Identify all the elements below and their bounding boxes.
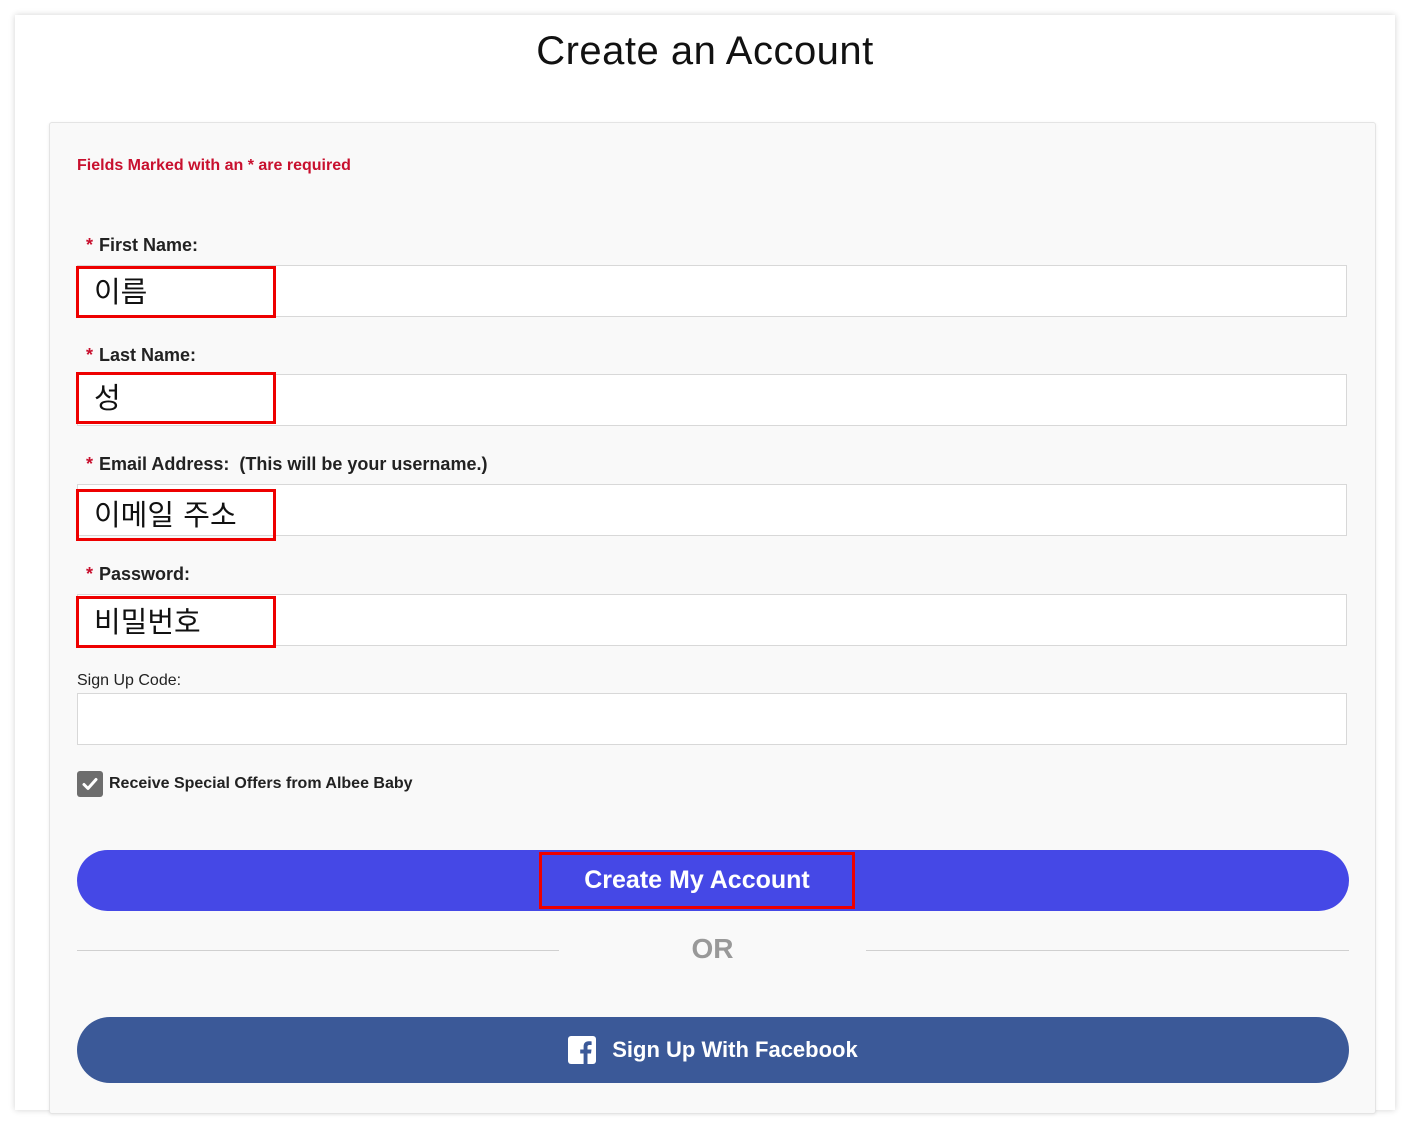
required-star: * [86,345,94,365]
last-name-value: 성 [76,372,276,424]
last-name-label-text: Last Name: [99,345,197,365]
divider-right [866,950,1349,951]
password-value: 비밀번호 [76,596,276,648]
email-value: 이메일 주소 [76,489,276,541]
required-star: * [86,235,94,255]
create-account-button[interactable]: Create My Account [77,850,1349,911]
signup-form-card: Fields Marked with an * are required * Fi… [49,122,1376,1114]
signup-code-label: Sign Up Code: [77,672,182,689]
page-title: Create an Account [536,29,874,73]
email-label: * Email Address: (This will be your usern… [86,454,487,475]
email-label-text: Email Address: (This will be your userna… [99,454,488,474]
or-divider-text: OR [691,933,734,964]
facebook-icon [568,1036,597,1064]
last-name-label: * Last Name: [86,345,196,366]
first-name-value: 이름 [76,266,276,318]
password-label: * Password: [86,564,190,585]
create-account-button-label: Create My Account [539,852,855,909]
special-offers-checkbox[interactable] [77,771,103,797]
checkmark-icon [82,778,98,790]
required-star: * [86,564,94,584]
special-offers-label: Receive Special Offers from Albee Baby [109,775,413,792]
facebook-signup-button[interactable]: Sign Up With Facebook [77,1017,1349,1083]
facebook-signup-label: Sign Up With Facebook [612,1037,858,1062]
signup-code-input[interactable] [77,693,1347,745]
password-label-text: Password: [99,564,191,584]
first-name-label-text: First Name: [99,235,199,255]
first-name-label: * First Name: [86,235,198,256]
special-offers-option[interactable]: Receive Special Offers from Albee Baby [77,771,413,797]
required-star: * [86,454,94,474]
required-fields-note: Fields Marked with an * are required [77,157,351,174]
signup-page: Create an Account Fields Marked with an … [15,15,1395,1114]
